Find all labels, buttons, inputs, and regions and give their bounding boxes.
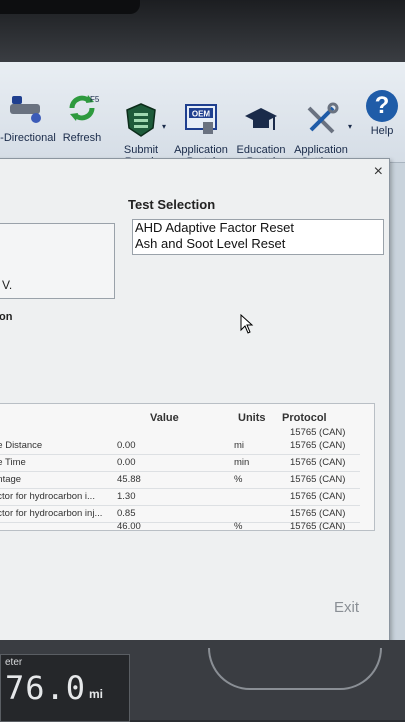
row-name: ge Time — [0, 457, 26, 468]
row-protocol: 15765 (CAN) — [290, 440, 346, 451]
test-selection-title: Test Selection — [128, 197, 216, 212]
row-value: 1.30 — [117, 491, 136, 502]
tools-icon — [307, 102, 339, 134]
toolbar-help-label: Help — [370, 125, 394, 137]
row-name: entage — [0, 474, 22, 485]
left-info-panel: V. — [0, 223, 115, 299]
table-row: ge Distance 0.00 mi 15765 (CAN) — [0, 437, 360, 455]
table-row: entage 45.88 % 15765 (CAN) — [0, 471, 360, 489]
grid-header-units: Units — [238, 412, 266, 424]
toolbar-refresh-button[interactable]: F5 Refresh — [60, 90, 104, 144]
row-name: ge Distance — [0, 440, 43, 451]
row-protocol: 15765 (CAN) — [290, 457, 346, 468]
section-label: on — [0, 311, 13, 323]
odometer-unit: mi — [89, 687, 104, 701]
settings-dropdown-icon[interactable]: ▾ — [348, 122, 352, 131]
mouse-cursor-icon — [240, 314, 254, 334]
row-unit: % — [234, 474, 243, 485]
odometer-panel: eter 76.0 mi — [0, 654, 130, 722]
table-row: ge Time 0.00 min 15765 (CAN) — [0, 454, 360, 472]
odometer-label: eter — [5, 657, 23, 668]
refresh-shortcut-key: F5 — [90, 95, 100, 104]
odometer-value: 76.0 — [5, 669, 87, 707]
grid-header-protocol: Protocol — [282, 412, 327, 424]
test-option-ahd-adaptive-factor-reset[interactable]: AHD Adaptive Factor Reset — [133, 220, 383, 236]
vehicle-status-bar: eter 76.0 mi — [0, 640, 405, 722]
close-icon[interactable]: × — [374, 163, 383, 181]
graduation-cap-icon — [245, 108, 277, 130]
oem-portal-icon: OEM — [185, 104, 217, 134]
gauge-frame — [208, 648, 382, 690]
left-panel-text: V. — [2, 278, 13, 292]
row-unit: min — [234, 457, 250, 468]
help-icon: ? — [366, 90, 398, 122]
toolbar-directional-label: -Directional — [0, 132, 56, 144]
row-protocol: 15765 (CAN) — [290, 521, 346, 531]
row-value: 45.88 — [117, 474, 141, 485]
toolbar-help-button[interactable]: ? Help — [362, 90, 402, 137]
toolbar-directional-button[interactable]: -Directional — [0, 90, 56, 144]
submit-repair-icon — [126, 103, 156, 137]
parameter-grid: Value Units Protocol 15765 (CAN) ge Dist… — [0, 403, 375, 531]
row-protocol: 15765 (CAN) — [290, 491, 346, 502]
submit-repair-dropdown-icon[interactable]: ▾ — [162, 122, 166, 131]
bezel-notch — [0, 0, 140, 14]
oem-badge: OEM — [192, 110, 211, 119]
table-row: actor for hydrocarbon i... 1.30 15765 (C… — [0, 488, 360, 506]
test-option-ash-soot-level-reset[interactable]: Ash and Soot Level Reset — [133, 236, 383, 252]
row-value: 46.00 — [117, 521, 141, 531]
row-unit: mi — [234, 440, 245, 451]
service-function-dialog: × V. on Test Selection AHD Adaptive Fact… — [0, 158, 390, 694]
row-value: 0.00 — [117, 440, 136, 451]
directional-icon — [10, 96, 41, 123]
exit-button[interactable]: Exit — [334, 599, 359, 616]
screen: -Directional F5 Refresh Submit Repair ▾ — [0, 62, 405, 722]
row-protocol: 15765 (CAN) — [290, 474, 346, 485]
row-unit: % — [234, 521, 243, 531]
toolbar-refresh-label: Refresh — [62, 132, 102, 144]
row-value: 0.00 — [117, 457, 136, 468]
row-name: actor for hydrocarbon i... — [0, 491, 95, 502]
table-row: 46.00 % 15765 (CAN) — [0, 518, 360, 531]
grid-header-value: Value — [150, 412, 179, 424]
test-selection-list[interactable]: AHD Adaptive Factor Reset Ash and Soot L… — [132, 219, 384, 255]
main-toolbar: -Directional F5 Refresh Submit Repair ▾ — [0, 62, 405, 168]
